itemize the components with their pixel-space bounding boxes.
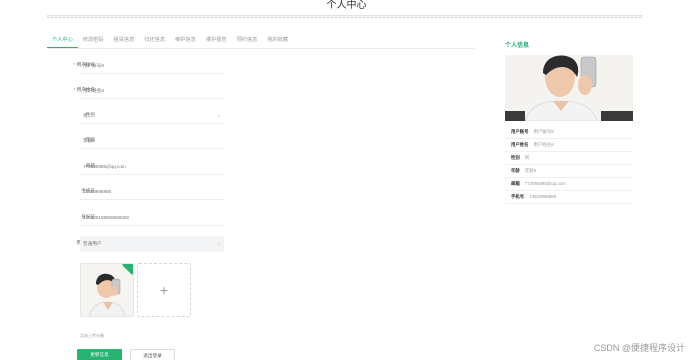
age-input[interactable]: 年龄8	[80, 133, 224, 149]
tab-return-info[interactable]: 归还信息	[139, 36, 170, 48]
info-row-email: 邮箱 773890888@qq.com	[505, 178, 633, 191]
info-panel-title: 个人信息	[505, 43, 530, 49]
info-key: 手机号	[511, 194, 525, 199]
avatar-image	[81, 264, 133, 316]
info-row-name: 用户姓名 用户姓名8	[505, 139, 633, 152]
form-row-account: *用户账号 用户账号8	[47, 58, 247, 74]
info-list: 用户账号 用户账号8 用户姓名 用户姓名8 性别男 年龄 年龄8 邮箱 77389088…	[505, 126, 633, 204]
title-divider	[47, 15, 643, 18]
form-row-age: 年龄 年龄8	[47, 133, 247, 149]
form-row-idcard: 身份证 440300199808080008	[47, 210, 247, 226]
usertype-select-value: 普通用户	[83, 241, 102, 246]
tab-my-favorites[interactable]: 我的收藏	[262, 36, 293, 48]
info-value: 年龄8	[524, 168, 537, 173]
form-row-usertype: 用户类型 普通用户⌄	[47, 236, 247, 252]
avatar-preview[interactable]	[80, 263, 134, 317]
usertype-select[interactable]: 普通用户 ⌄	[80, 236, 224, 252]
info-row-gender: 性别男	[505, 152, 633, 165]
info-value: 用户姓名8	[533, 142, 554, 147]
form-row-phone: 手机号 13823888888	[47, 184, 247, 200]
gender-select-value: 男	[83, 113, 88, 118]
chevron-down-icon: ⌄	[216, 113, 221, 119]
info-row-age: 年龄 年龄8	[505, 165, 633, 178]
logout-button[interactable]: 退出登录	[130, 349, 175, 360]
upload-tip: 点击上传头像	[80, 333, 104, 338]
phone-input[interactable]: 13823888888	[80, 184, 224, 200]
profile-photo-image	[505, 55, 633, 121]
tab-reservation-info[interactable]: 预约信息	[232, 36, 263, 48]
chevron-down-icon: ⌄	[216, 241, 221, 247]
name-input[interactable]: 用户姓名8	[80, 83, 224, 99]
info-value: 773890888@qq.com	[524, 181, 566, 186]
info-key: 年龄	[511, 168, 520, 173]
email-input[interactable]: 773890888@qq.com	[80, 159, 224, 175]
form-row-name: *用户姓名 用户姓名8	[47, 83, 247, 99]
tab-maintenance-info[interactable]: 维护信息	[170, 36, 201, 48]
form-row-email: 邮箱 773890888@qq.com	[47, 159, 247, 175]
tab-change-password[interactable]: 修改密码	[78, 36, 109, 48]
info-key: 邮箱	[511, 181, 520, 186]
info-row-account: 用户账号 用户账号8	[505, 126, 633, 139]
gender-select[interactable]: 男 ⌄	[80, 108, 224, 124]
tab-bar: 个人中心 修改密码 租赁信息 归还信息 维护信息 维护报告 预约信息 我的收藏	[47, 36, 475, 49]
info-row-phone: 手机号 13823888888	[505, 191, 633, 204]
watermark: CSDN @便捷程序设计	[593, 343, 685, 353]
page-title: 个人中心	[326, 0, 367, 11]
profile-photo	[505, 55, 633, 121]
info-panel: 个人信息 用户账号 用户账号8 用户姓名 用户姓名8 性别男 年龄 年龄8 邮箱 773…	[505, 40, 633, 204]
idcard-input[interactable]: 440300199808080008	[80, 210, 224, 226]
info-key: 用户姓名	[511, 142, 529, 147]
add-avatar-button[interactable]: +	[137, 263, 191, 317]
tab-maintenance-report[interactable]: 维护报告	[201, 36, 232, 48]
tab-rental-info[interactable]: 租赁信息	[109, 36, 140, 48]
info-key: 性别	[511, 155, 520, 160]
info-key: 用户账号	[511, 129, 529, 134]
tab-personal-center[interactable]: 个人中心	[47, 36, 78, 48]
avatar-upload: +	[80, 263, 192, 319]
account-input[interactable]: 用户账号8	[80, 58, 224, 74]
form-row-gender: 性别 男 ⌄	[47, 108, 247, 124]
info-value: 13823888888	[529, 194, 557, 199]
info-value: 男	[524, 155, 530, 160]
info-value: 用户账号8	[533, 129, 554, 134]
update-info-button[interactable]: 更新信息	[77, 349, 122, 360]
